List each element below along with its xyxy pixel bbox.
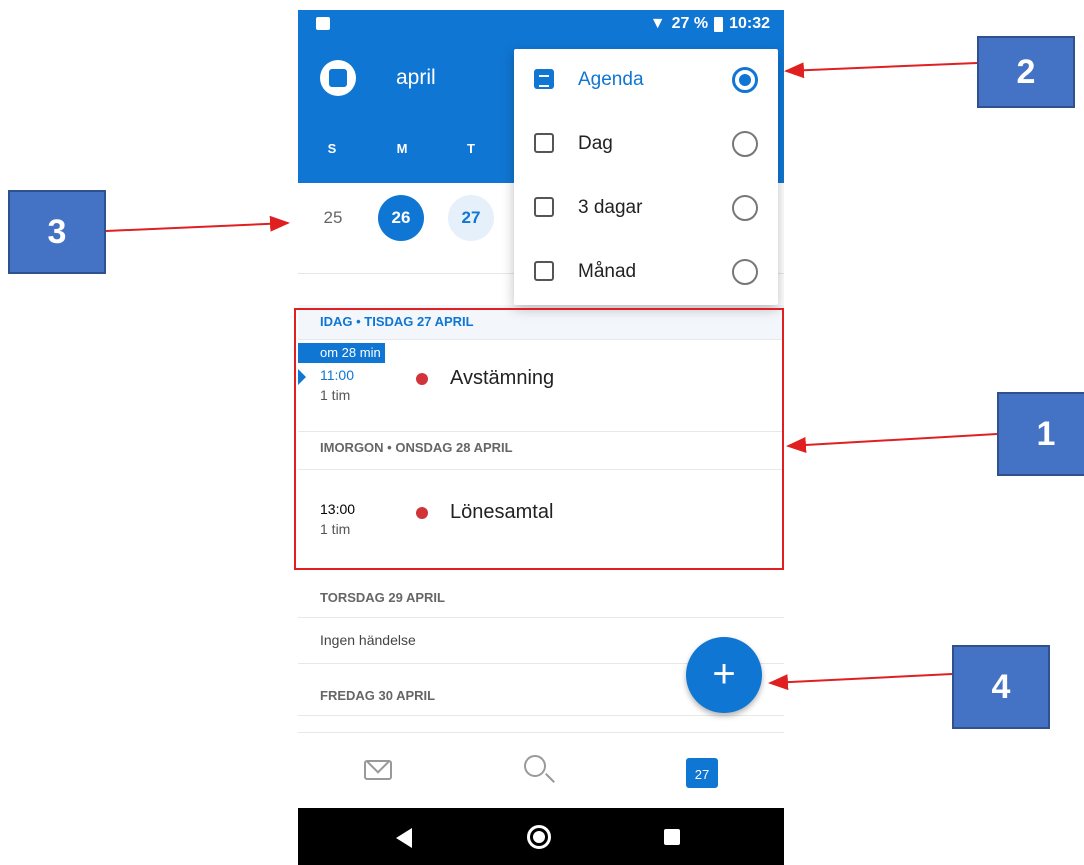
arrow-4 [768, 673, 953, 691]
arrow-1 [786, 433, 998, 453]
arrow-2 [784, 62, 978, 79]
annotation-arrows [105, 62, 998, 691]
arrow-3 [105, 215, 290, 232]
